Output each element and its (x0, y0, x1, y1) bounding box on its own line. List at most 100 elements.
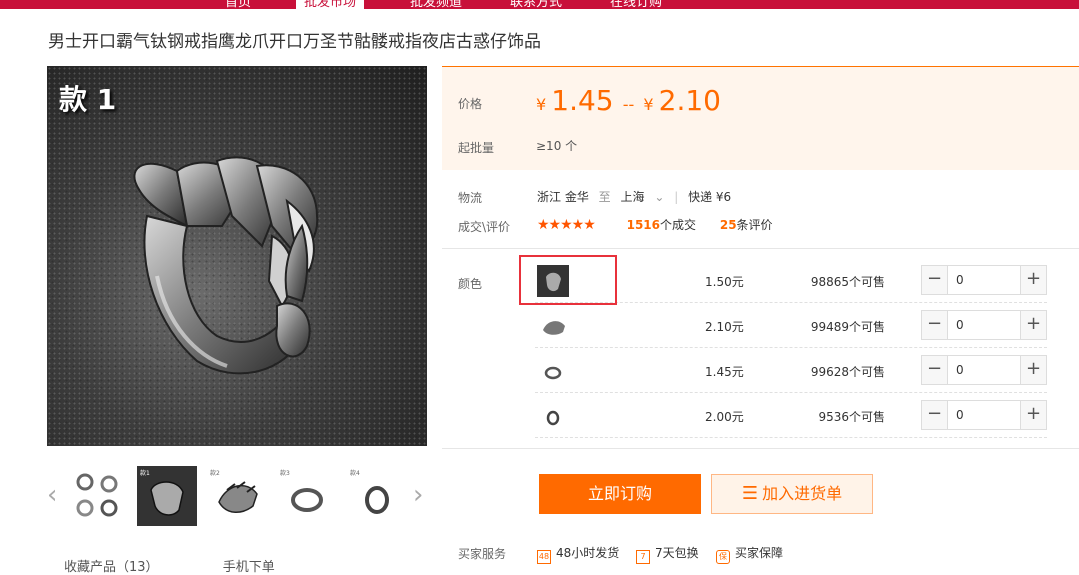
top-nav-bar: 首页 批发市场 批发频道 联系方式 在线订购 (0, 0, 1079, 9)
logistics-separator: | (674, 190, 679, 204)
trade-label: 成交\评价 (458, 220, 511, 234)
reviews-suffix: 条评价 (736, 218, 773, 232)
reviews-link[interactable]: 25条评价 (720, 218, 773, 232)
service-guarantee: 保买家保障 (716, 544, 783, 564)
nav-item-home[interactable]: 首页 (225, 0, 251, 9)
price-separator: -- (622, 95, 635, 114)
minus-button[interactable]: − (922, 401, 948, 429)
plus-button[interactable]: + (1020, 311, 1046, 339)
trade-info: ★★★★★ 1516个成交 25条评价 (537, 216, 773, 233)
sku-price: 2.00元 (705, 410, 744, 424)
currency-symbol: ¥ (643, 95, 654, 114)
quantity-input[interactable]: 0 (956, 318, 964, 332)
thumbnail-all[interactable] (67, 466, 127, 526)
service-7day: 7 7天包换 (636, 544, 699, 564)
sku-price: 1.45元 (705, 365, 744, 379)
deals-suffix: 个成交 (660, 218, 697, 232)
express-fee: 快递 ¥6 (688, 190, 732, 204)
sku-thumbnail[interactable] (537, 310, 569, 342)
sku-stock: 98865个可售 (810, 275, 885, 289)
price-high: 2.10 (658, 84, 721, 117)
add-to-cart-button[interactable]: ☰ 加入进货单 (711, 474, 873, 514)
thumbnail-style-1[interactable]: 款1 (137, 466, 197, 526)
sku-row: 2.00元 9536个可售 − 0 + (535, 393, 1047, 438)
claw-ring-image (133, 156, 319, 375)
thumb-caption-2: 款2 (210, 469, 220, 477)
sku-price: 2.10元 (705, 320, 744, 334)
service-48h-text: 48小时发货 (556, 546, 620, 560)
logistics-label: 物流 (458, 191, 483, 205)
chevron-right-icon[interactable]: › (413, 480, 423, 510)
deals-count: 1516 (626, 218, 660, 232)
price-label: 价格 (458, 97, 483, 111)
thumb-caption-1: 款1 (140, 469, 150, 477)
price-range: ¥ 1.45 -- ¥ 2.10 (536, 84, 721, 117)
ship-to-select[interactable]: 上海 ⌄ (621, 190, 669, 204)
thumbnail-strip: ‹ 款1 款2 款3 款4 › (47, 466, 427, 526)
quantity-stepper: − 0 + (921, 400, 1047, 430)
thumb-caption-4: 款4 (350, 469, 360, 477)
selection-highlight (519, 255, 617, 305)
services-label: 买家服务 (458, 547, 507, 561)
moq-value: ≥10 个 (536, 139, 578, 153)
mobile-order-link[interactable]: 手机下单 (223, 560, 275, 575)
claw-ring-image: 款3 (280, 469, 323, 512)
ship-from: 浙江 金华 (537, 190, 589, 204)
deals-link[interactable]: 1516个成交 (627, 218, 700, 232)
sku-stock: 99489个可售 (810, 320, 885, 334)
claw-ring-image: 款1 (140, 469, 184, 516)
rating-stars: ★★★★★ (537, 217, 596, 233)
currency-symbol: ¥ (536, 95, 547, 114)
reviews-count: 25 (719, 218, 737, 232)
claw-ring-image: 款4 (350, 469, 389, 514)
price-panel: 价格 ¥ 1.45 -- ¥ 2.10 起批量 ≥10 个 (442, 66, 1079, 170)
minus-button[interactable]: − (922, 311, 948, 339)
quantity-stepper: − 0 + (921, 310, 1047, 340)
product-title: 男士开口霸气钛钢戒指鹰龙爪开口万圣节骷髅戒指夜店古惑仔饰品 (48, 32, 541, 52)
plus-button[interactable]: + (1020, 266, 1046, 294)
quantity-stepper: − 0 + (921, 265, 1047, 295)
nav-item-channel[interactable]: 批发频道 (410, 0, 462, 9)
sku-thumbnail[interactable] (537, 400, 569, 432)
nav-item-market[interactable]: 批发市场 (296, 0, 365, 9)
claw-ring-image: 款2 (210, 469, 258, 513)
main-product-image[interactable]: 款 1 (47, 66, 427, 446)
color-label: 颜色 (458, 277, 483, 291)
plus-button[interactable]: + (1020, 356, 1046, 384)
favorite-link[interactable]: 收藏产品（13） (64, 560, 159, 575)
quantity-stepper: − 0 + (921, 355, 1047, 385)
minus-button[interactable]: − (922, 266, 948, 294)
moq-label: 起批量 (458, 141, 495, 155)
7day-icon: 7 (636, 550, 650, 564)
thumbnail-style-2[interactable]: 款2 (207, 466, 267, 526)
thumbnail-style-3[interactable]: 款3 (277, 466, 337, 526)
service-7day-text: 7天包换 (655, 546, 699, 560)
quantity-input[interactable]: 0 (956, 363, 964, 377)
sku-stock: 99628个可售 (810, 365, 885, 379)
chevron-left-icon[interactable]: ‹ (47, 480, 57, 510)
sku-stock: 9536个可售 (818, 410, 885, 424)
sku-row: 2.10元 99489个可售 − 0 + (535, 303, 1047, 348)
quantity-input[interactable]: 0 (956, 408, 964, 422)
quantity-input[interactable]: 0 (956, 273, 964, 287)
add-to-cart-label: 加入进货单 (762, 484, 843, 503)
sku-price: 1.50元 (705, 275, 744, 289)
claw-ring-set-image (76, 473, 118, 517)
service-48h: 48 48小时发货 (537, 544, 619, 564)
ship-to-word: 至 (598, 190, 611, 204)
list-icon: ☰ (741, 483, 759, 504)
chevron-down-icon: ⌄ (654, 190, 665, 204)
shield-icon: 保 (716, 550, 730, 564)
sku-thumbnail[interactable] (537, 355, 569, 387)
nav-item-contact[interactable]: 联系方式 (510, 0, 562, 9)
nav-item-order[interactable]: 在线订购 (610, 0, 662, 9)
price-low: 1.45 (551, 84, 614, 117)
buy-now-button[interactable]: 立即订购 (539, 474, 701, 514)
thumbnail-style-4[interactable]: 款4 (347, 466, 407, 526)
style-label: 款 1 (59, 83, 117, 116)
service-guarantee-text: 买家保障 (735, 546, 784, 560)
48h-icon: 48 (537, 550, 551, 564)
logistics-info: 浙江 金华 至 上海 ⌄ | 快递 ¥6 (537, 188, 731, 205)
plus-button[interactable]: + (1020, 401, 1046, 429)
minus-button[interactable]: − (922, 356, 948, 384)
